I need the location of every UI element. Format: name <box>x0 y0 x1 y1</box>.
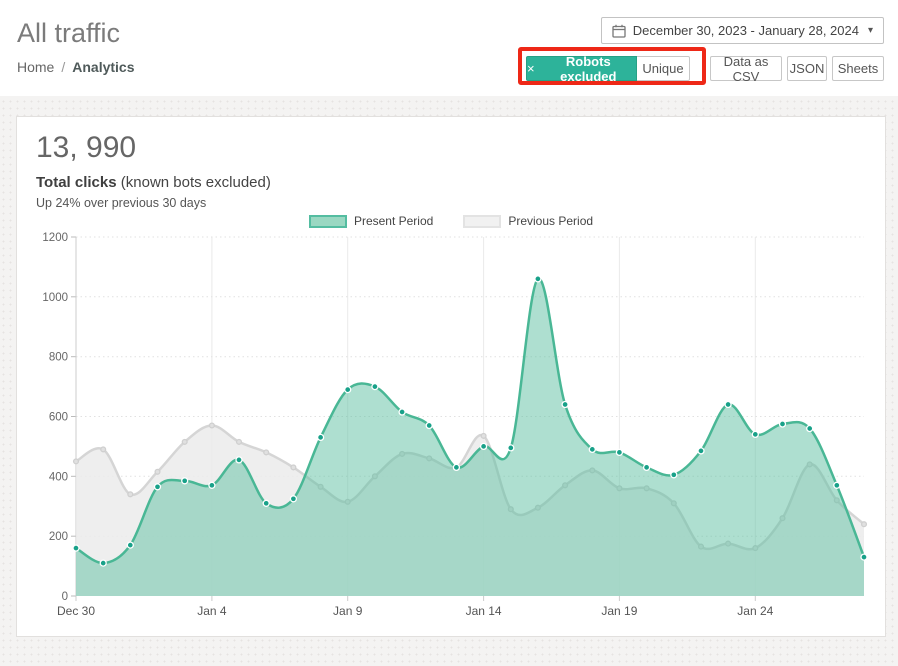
svg-text:Dec 30: Dec 30 <box>57 604 95 618</box>
svg-text:200: 200 <box>49 531 68 543</box>
breadcrumb-separator: / <box>61 59 65 75</box>
legend-present-label: Present Period <box>354 214 433 228</box>
legend-previous-label: Previous Period <box>508 214 593 228</box>
svg-text:600: 600 <box>49 412 68 424</box>
chart-legend: Present Period Previous Period <box>17 214 885 228</box>
export-json-button[interactable]: JSON <box>787 56 827 81</box>
chevron-down-icon: ▾ <box>868 25 873 36</box>
legend-item-previous[interactable]: Previous Period <box>463 214 593 228</box>
total-clicks-label-bold: Total clicks <box>36 174 117 191</box>
date-range-picker[interactable]: December 30, 2023 - January 28, 2024 ▾ <box>601 17 884 44</box>
toolbar: × Robots excluded Unique Data as CSV JSO… <box>526 56 884 81</box>
filter-robots-label: Robots excluded <box>541 54 636 84</box>
export-csv-button[interactable]: Data as CSV <box>710 56 782 81</box>
comparison-text: Up 24% over previous 30 days <box>36 196 206 210</box>
filter-robots-excluded[interactable]: × Robots excluded <box>526 56 637 81</box>
filter-unique-button[interactable]: Unique <box>637 56 690 81</box>
export-sheets-button[interactable]: Sheets <box>832 56 884 81</box>
svg-text:Jan 9: Jan 9 <box>333 604 363 618</box>
legend-item-present[interactable]: Present Period <box>309 214 433 228</box>
svg-text:Jan 24: Jan 24 <box>737 604 773 618</box>
total-clicks-label: Total clicks (known bots excluded) <box>36 174 271 191</box>
breadcrumb: Home / Analytics <box>17 59 135 75</box>
svg-text:Jan 19: Jan 19 <box>601 604 637 618</box>
present-period-swatch <box>309 215 347 228</box>
previous-period-swatch <box>463 215 501 228</box>
calendar-icon <box>612 24 626 38</box>
page-title: All traffic <box>17 18 120 49</box>
date-range-label: December 30, 2023 - January 28, 2024 <box>633 23 859 38</box>
svg-text:400: 400 <box>49 471 68 483</box>
svg-text:0: 0 <box>62 591 68 603</box>
breadcrumb-home-link[interactable]: Home <box>17 59 54 75</box>
traffic-card: 13, 990 Total clicks (known bots exclude… <box>16 116 886 637</box>
traffic-area-chart[interactable]: 0 200 400 600 800 1000 1200 Dec 30 Jan 4 Jan 9 Jan… <box>17 227 887 627</box>
total-clicks-value: 13, 990 <box>36 131 136 165</box>
page-header: All traffic Home / Analytics December 30, … <box>0 0 898 96</box>
svg-text:Jan 4: Jan 4 <box>197 604 227 618</box>
total-clicks-label-note: (known bots excluded) <box>117 174 271 191</box>
breadcrumb-current: Analytics <box>72 59 134 75</box>
close-icon[interactable]: × <box>527 61 535 76</box>
svg-text:Jan 14: Jan 14 <box>466 604 502 618</box>
svg-text:1200: 1200 <box>42 232 68 244</box>
svg-text:800: 800 <box>49 352 68 364</box>
svg-text:1000: 1000 <box>42 292 68 304</box>
